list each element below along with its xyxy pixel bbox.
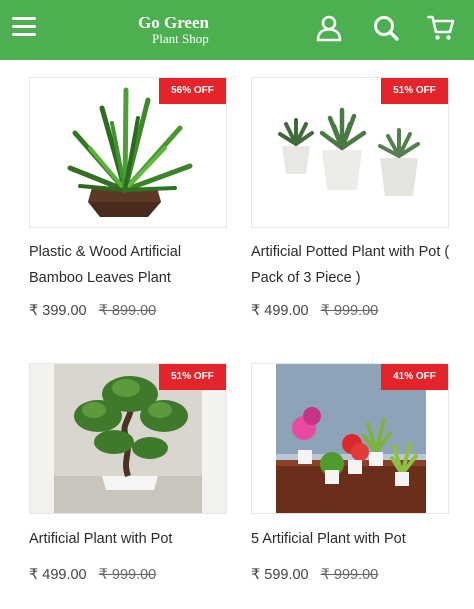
product-image[interactable]: 56% OFF [29,77,227,228]
product-image[interactable]: 51% OFF [29,363,227,514]
brand-subtitle: Plant Shop [152,31,209,46]
product-price: ₹ 499.00 [251,303,309,319]
price-row: ₹ 499.00 ₹ 999.00 [29,567,156,583]
product-price: ₹ 399.00 [29,303,87,319]
search-icon[interactable] [372,14,400,42]
brand-title: Go Green [138,13,209,32]
brand-logo[interactable]: Go Green Plant Shop [138,14,228,46]
product-name[interactable]: Plastic & Wood Artificial Bamboo Leaves … [29,239,234,291]
cart-icon[interactable] [427,14,455,42]
product-name[interactable]: 5 Artificial Plant with Pot [251,526,456,552]
discount-badge: 51% OFF [159,364,226,390]
product-image[interactable]: 51% OFF [251,77,449,228]
user-icon[interactable] [315,14,343,42]
app-header: Go Green Plant Shop [0,0,474,60]
product-original-price: ₹ 999.00 [98,567,157,583]
menu-icon[interactable] [12,17,36,39]
product-image[interactable]: 41% OFF [251,363,449,514]
price-row: ₹ 499.00 ₹ 999.00 [251,303,378,319]
price-row: ₹ 399.00 ₹ 899.00 [29,303,156,319]
product-original-price: ₹ 899.00 [98,303,157,319]
discount-badge: 41% OFF [381,364,448,390]
product-price: ₹ 499.00 [29,567,87,583]
discount-badge: 51% OFF [381,78,448,104]
price-row: ₹ 599.00 ₹ 999.00 [251,567,378,583]
product-name[interactable]: Artificial Plant with Pot [29,526,234,552]
product-original-price: ₹ 999.00 [320,567,379,583]
product-name[interactable]: Artificial Potted Plant with Pot ( Pack … [251,239,456,291]
product-original-price: ₹ 999.00 [320,303,379,319]
discount-badge: 56% OFF [159,78,226,104]
product-price: ₹ 599.00 [251,567,309,583]
